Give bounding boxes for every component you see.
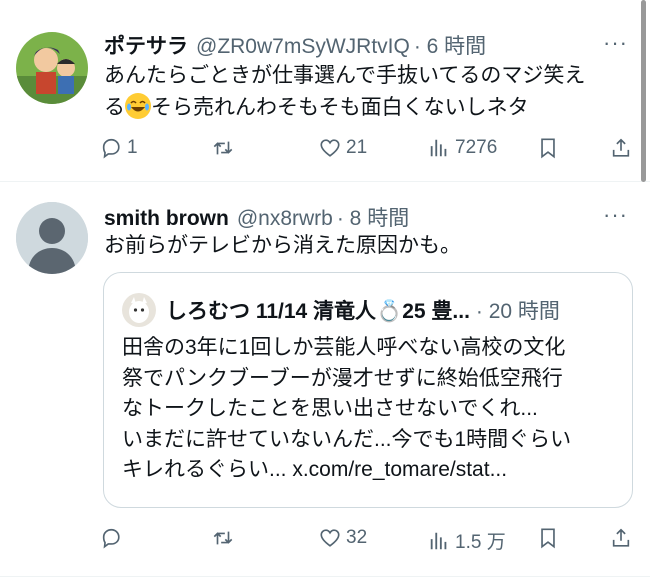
share-icon <box>612 528 630 547</box>
retweet-button[interactable] <box>212 527 239 549</box>
view-count: 1.5 万 <box>455 532 506 553</box>
avatar[interactable] <box>16 202 88 274</box>
divider <box>0 576 650 577</box>
like-count: 21 <box>346 137 368 158</box>
quoted-tweet[interactable]: しろむつ 11/14 清竜人💍25 豊... · 20 時間 田舎の3年に1回し… <box>103 272 633 508</box>
views-button[interactable]: 1.5 万 <box>428 527 506 554</box>
quoted-display-name[interactable]: しろむつ 11/14 清竜人💍25 豊... <box>166 295 470 325</box>
tweet-actions: 32 1.5 万 <box>100 527 640 557</box>
quoted-text: 田舎の3年に1回しか芸能人呼べない高校の文化 祭でパンクブーブーが漫才せずに終始… <box>122 336 572 481</box>
quoted-timestamp[interactable]: · 20 時間 <box>476 295 560 325</box>
retweet-icon <box>213 531 233 545</box>
scrollbar[interactable] <box>641 0 646 182</box>
reply-icon <box>102 528 120 549</box>
face-with-tears-of-joy-icon <box>125 93 151 119</box>
reply-button[interactable]: 1 <box>100 137 138 159</box>
view-count: 7276 <box>455 137 498 158</box>
avatar[interactable] <box>16 32 88 104</box>
analytics-icon <box>430 532 447 549</box>
bookmark-button[interactable] <box>537 527 559 549</box>
tweet-text: あんたらごときが仕事選んで手抜いてるのマジ笑え る そら売れんわそもそも面白くない… <box>104 60 634 124</box>
retweet-button[interactable] <box>212 137 239 159</box>
bookmark-icon <box>541 138 555 159</box>
bookmark-button[interactable] <box>537 137 559 159</box>
timestamp[interactable]: · 6 時間 <box>414 30 486 60</box>
views-button[interactable]: 7276 <box>428 137 497 159</box>
share-icon <box>612 138 630 157</box>
reply-button[interactable] <box>100 527 127 549</box>
analytics-icon <box>430 139 447 157</box>
user-handle[interactable]: @nx8rwrb <box>237 207 333 231</box>
user-handle[interactable]: @ZR0w7mSyWJRtvIQ <box>196 35 410 59</box>
heart-icon <box>320 139 340 157</box>
display-name[interactable]: ポテサラ <box>104 30 188 60</box>
like-button[interactable]: 32 <box>319 527 367 549</box>
timestamp[interactable]: · 8 時間 <box>337 202 409 232</box>
more-options-icon[interactable]: ··· <box>603 30 628 56</box>
reply-count: 1 <box>127 137 138 158</box>
tweet-text-line: そら売れんわそもそも面白くないしネタ <box>151 96 529 119</box>
tweet-text-line: あんたらごときが仕事選んで手抜いてるのマジ笑え <box>104 64 586 87</box>
tweet[interactable]: smith brown @nx8rwrb · 8 時間 ··· お前らがテレビか… <box>0 182 650 579</box>
share-button[interactable] <box>610 527 632 549</box>
display-name[interactable]: smith brown <box>104 207 229 231</box>
like-button[interactable]: 21 <box>319 137 367 159</box>
retweet-icon <box>213 141 233 155</box>
reply-icon <box>102 138 120 159</box>
heart-icon <box>320 529 340 547</box>
share-button[interactable] <box>610 137 632 159</box>
more-options-icon[interactable]: ··· <box>603 202 628 228</box>
tweet[interactable]: ポテサラ @ZR0w7mSyWJRtvIQ · 6 時間 ··· あんたらごとき… <box>0 0 650 182</box>
quoted-avatar[interactable] <box>122 293 156 327</box>
tweet-text-line: る <box>104 96 125 119</box>
tweet-text: お前らがテレビから消えた原因かも。 <box>104 234 461 257</box>
like-count: 32 <box>346 527 368 548</box>
bookmark-icon <box>541 528 555 549</box>
tweet-actions: 1 21 7276 <box>100 137 640 167</box>
